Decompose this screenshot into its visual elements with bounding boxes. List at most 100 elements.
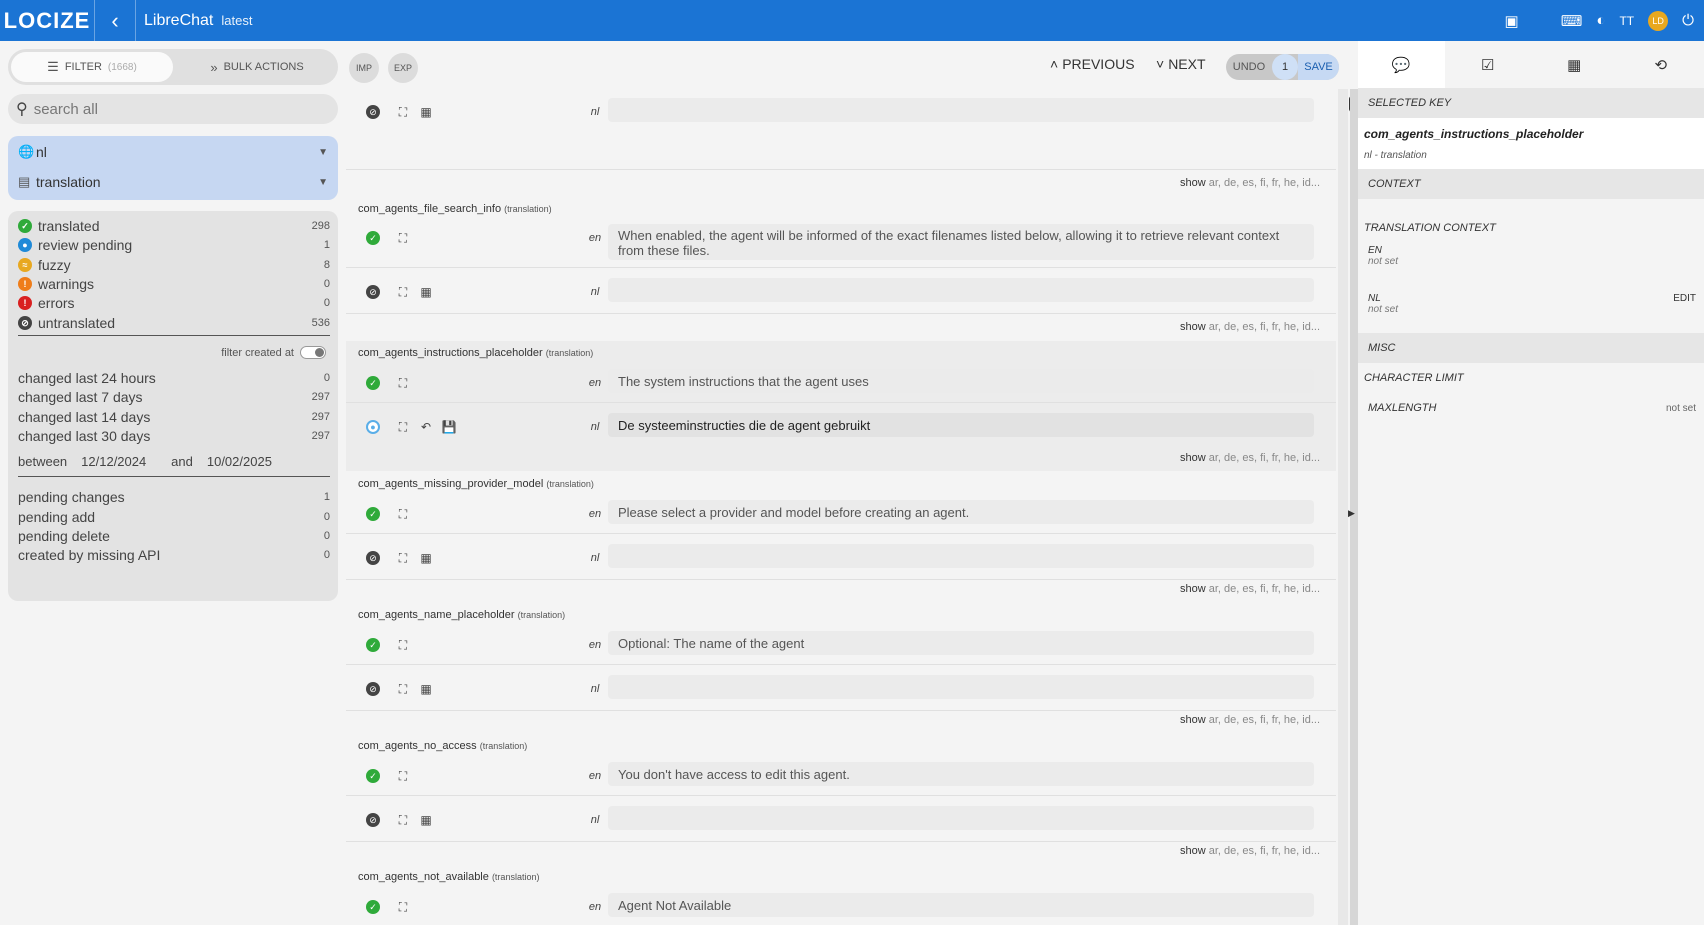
stat-warnings[interactable]: ! warnings 0 bbox=[18, 274, 330, 294]
focus-icon[interactable]: ⛶ bbox=[394, 767, 412, 785]
theme-icon[interactable]: ◐ bbox=[1596, 12, 1605, 29]
created-by-missing-api[interactable]: created by missing API 0 bbox=[18, 545, 330, 565]
stat-label: warnings bbox=[38, 276, 95, 292]
focus-icon[interactable]: ⛶ bbox=[394, 283, 412, 301]
machine-translate-icon[interactable]: ▦ bbox=[417, 103, 435, 121]
show-other-languages[interactable]: show ar, de, es, fi, fr, he, id... bbox=[1180, 321, 1320, 333]
context-nl-value: not set bbox=[1368, 304, 1399, 315]
pending-count: 1 bbox=[323, 491, 330, 503]
pending-delete[interactable]: pending delete 0 bbox=[18, 526, 330, 546]
filter-label: FILTER bbox=[64, 61, 102, 73]
changed-24h[interactable]: changed last 24 hours 0 bbox=[18, 368, 330, 388]
tab-history[interactable]: ⟲ bbox=[1618, 41, 1704, 88]
key-name[interactable]: com_agents_not_available (translation) bbox=[358, 871, 539, 883]
filter-created-at: filter created at bbox=[221, 346, 326, 359]
show-other-languages[interactable]: show ar, de, es, fi, fr, he, id... bbox=[1180, 583, 1320, 595]
key-name[interactable]: com_agents_no_access (translation) bbox=[358, 740, 527, 752]
language-select[interactable]: 🌐 nl ▼ bbox=[8, 138, 338, 166]
next-button[interactable]: ˅ NEXT bbox=[1156, 56, 1206, 72]
focus-icon[interactable]: ⛶ bbox=[394, 418, 412, 436]
project-name[interactable]: LibreChat bbox=[144, 12, 213, 30]
key-name[interactable]: com_agents_file_search_info (translation… bbox=[358, 203, 552, 215]
translation-input[interactable] bbox=[608, 544, 1314, 568]
pending-add[interactable]: pending add 0 bbox=[18, 507, 330, 527]
language-code: nl bbox=[590, 552, 600, 564]
show-other-languages[interactable]: show ar, de, es, fi, fr, he, id... bbox=[1180, 845, 1320, 857]
save-button[interactable]: SAVE bbox=[1298, 54, 1339, 80]
language-code: nl bbox=[590, 106, 600, 118]
edit-context-button[interactable]: EDIT bbox=[1673, 293, 1696, 304]
scrollbar[interactable] bbox=[1338, 89, 1348, 925]
key-name[interactable]: com_agents_instructions_placeholder (tra… bbox=[358, 347, 593, 359]
keyboard-icon[interactable]: ⌨ bbox=[1561, 12, 1583, 30]
changed-14d[interactable]: changed last 14 days 297 bbox=[18, 407, 330, 427]
language-code: en bbox=[588, 639, 602, 651]
tab-review[interactable]: ☑ bbox=[1445, 41, 1532, 88]
power-icon[interactable]: ⏻ bbox=[1682, 12, 1694, 29]
search-input[interactable] bbox=[33, 100, 314, 118]
tab-bulk-actions[interactable]: » BULK ACTIONS bbox=[176, 49, 338, 85]
focus-icon[interactable]: ⛶ bbox=[394, 505, 412, 523]
machine-translate-icon[interactable]: ▦ bbox=[417, 811, 435, 829]
back-button[interactable]: ‹ bbox=[95, 0, 135, 41]
undo-button[interactable]: UNDO bbox=[1226, 61, 1272, 73]
machine-translate-icon[interactable]: ▦ bbox=[417, 680, 435, 698]
focus-icon[interactable]: ⛶ bbox=[394, 636, 412, 654]
tab-translate[interactable]: ▦ bbox=[1531, 41, 1618, 88]
stat-errors[interactable]: ! errors 0 bbox=[18, 293, 330, 313]
focus-icon[interactable]: ⛶ bbox=[394, 811, 412, 829]
namespace-value: translation bbox=[36, 174, 101, 190]
maxlength-value[interactable]: not set bbox=[1666, 403, 1696, 414]
filter-created-toggle[interactable] bbox=[300, 346, 326, 359]
translation-input[interactable] bbox=[608, 98, 1314, 122]
translation-input[interactable] bbox=[608, 806, 1314, 830]
show-other-languages[interactable]: show ar, de, es, fi, fr, he, id... bbox=[1180, 177, 1320, 189]
app-logo[interactable]: LOCIZE bbox=[0, 0, 94, 41]
text-size-icon[interactable]: TT bbox=[1619, 14, 1634, 28]
eye-icon: ● bbox=[366, 420, 380, 434]
machine-translate-icon[interactable]: ▦ bbox=[417, 283, 435, 301]
tab-filter[interactable]: ☰ FILTER (1668) bbox=[11, 52, 173, 82]
avatar[interactable]: LD bbox=[1648, 10, 1669, 31]
focus-icon[interactable]: ⛶ bbox=[394, 374, 412, 392]
stat-fuzzy[interactable]: ≈ fuzzy 8 bbox=[18, 255, 330, 275]
focus-icon[interactable]: ⛶ bbox=[394, 549, 412, 567]
panel-splitter[interactable] bbox=[1350, 89, 1358, 925]
namespace-tag: (translation) bbox=[517, 610, 566, 620]
other-languages: ar, de, es, fi, fr, he, id... bbox=[1208, 583, 1320, 595]
translation-row-nl: ● ⛶ ↶ 💾 nl De systeeminstructies die de … bbox=[346, 406, 1336, 452]
export-button[interactable]: EXP bbox=[388, 53, 418, 83]
changed-7d[interactable]: changed last 7 days 297 bbox=[18, 387, 330, 407]
namespace-select[interactable]: ▤ translation ▼ bbox=[8, 168, 338, 196]
date-from-input[interactable]: 12/12/2024 bbox=[81, 454, 157, 469]
save-icon[interactable]: 💾 bbox=[440, 418, 458, 436]
translation-input[interactable] bbox=[608, 675, 1314, 699]
key-name[interactable]: com_agents_missing_provider_model (trans… bbox=[358, 478, 594, 490]
pending-changes[interactable]: pending changes 1 bbox=[18, 487, 330, 507]
focus-icon[interactable]: ⛶ bbox=[394, 898, 412, 916]
focus-icon[interactable]: ⛶ bbox=[394, 680, 412, 698]
filter-sidebar: ☰ FILTER (1668) » BULK ACTIONS ⚲ 🌐 nl ▼ … bbox=[0, 41, 346, 925]
screenshot-icon[interactable]: ▣ bbox=[1505, 12, 1519, 30]
key-name[interactable]: com_agents_name_placeholder (translation… bbox=[358, 609, 565, 621]
focus-icon[interactable]: ⛶ bbox=[394, 103, 412, 121]
undo-icon[interactable]: ↶ bbox=[417, 418, 435, 436]
import-button[interactable]: IMP bbox=[349, 53, 379, 83]
stat-review-pending[interactable]: ● review pending 1 bbox=[18, 235, 330, 255]
stat-untranslated[interactable]: ⊘ untranslated 536 bbox=[18, 313, 330, 333]
version-tag[interactable]: latest bbox=[221, 13, 252, 28]
focus-icon[interactable]: ⛶ bbox=[394, 229, 412, 247]
show-other-languages[interactable]: show ar, de, es, fi, fr, he, id... bbox=[1180, 714, 1320, 726]
collapse-arrow-icon[interactable]: ▶ bbox=[1348, 508, 1355, 519]
show-other-languages[interactable]: show ar, de, es, fi, fr, he, id... bbox=[1180, 452, 1320, 464]
tab-comments[interactable]: 💬 bbox=[1358, 41, 1445, 88]
maxlength-label: MAXLENGTH bbox=[1368, 402, 1437, 414]
pending-count: 0 bbox=[323, 530, 330, 542]
previous-button[interactable]: ˄ PREVIOUS bbox=[1050, 56, 1135, 72]
stat-translated[interactable]: ✓ translated 298 bbox=[18, 216, 330, 236]
changed-30d[interactable]: changed last 30 days 297 bbox=[18, 426, 330, 446]
machine-translate-icon[interactable]: ▦ bbox=[417, 549, 435, 567]
date-to-input[interactable]: 10/02/2025 bbox=[207, 454, 272, 469]
translation-input[interactable] bbox=[608, 278, 1314, 302]
translation-input[interactable]: De systeeminstructies die de agent gebru… bbox=[608, 413, 1314, 437]
